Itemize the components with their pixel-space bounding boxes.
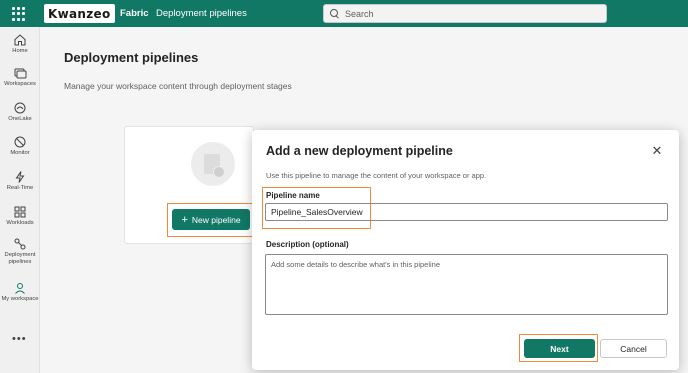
pipeline-name-label: Pipeline name xyxy=(266,191,320,200)
new-pipeline-label: New pipeline xyxy=(191,214,241,225)
app-launcher-icon[interactable] xyxy=(12,7,26,21)
nav-label: Deployment pipelines xyxy=(4,252,36,265)
next-button[interactable]: Next xyxy=(524,339,595,358)
nav-label: OneLake xyxy=(8,116,32,122)
divider xyxy=(113,6,114,21)
nav-item-workspaces[interactable]: Workspaces xyxy=(0,66,40,88)
search-placeholder: Search xyxy=(345,8,374,19)
nav-label: Monitor xyxy=(10,150,30,156)
nav-label: Real-Time xyxy=(6,185,34,191)
nav-item-realtime[interactable]: Real-Time xyxy=(0,170,40,192)
new-pipeline-button[interactable]: + New pipeline xyxy=(172,209,250,230)
more-icon[interactable]: ••• xyxy=(12,333,27,345)
nav-item-monitor[interactable]: Monitor xyxy=(0,135,40,157)
logo: Kwanzeo xyxy=(44,4,115,23)
description-label: Description (optional) xyxy=(266,240,349,249)
nav-label: Workloads xyxy=(6,220,34,226)
brand-name[interactable]: Fabric xyxy=(120,8,149,19)
monitor-icon xyxy=(14,136,26,148)
nav-item-home[interactable]: Home xyxy=(0,33,40,55)
home-icon xyxy=(14,34,26,46)
nav-item-my-workspace[interactable]: My workspace xyxy=(0,281,40,303)
my-workspace-icon xyxy=(15,283,25,294)
description-textarea[interactable]: Add some details to describe what's in t… xyxy=(265,254,668,315)
realtime-icon xyxy=(15,171,25,183)
search-input[interactable]: Search xyxy=(323,4,607,23)
nav-item-deployment-pipelines[interactable]: Deployment pipelines xyxy=(0,237,40,266)
dialog-title: Add a new deployment pipeline xyxy=(266,144,453,158)
cancel-button[interactable]: Cancel xyxy=(600,339,667,358)
add-pipeline-dialog: Add a new deployment pipeline ✕ Use this… xyxy=(252,130,679,370)
page-title: Deployment pipelines xyxy=(64,50,199,65)
workspaces-icon xyxy=(14,68,27,79)
breadcrumb: Deployment pipelines xyxy=(156,8,247,19)
nav-item-workloads[interactable]: Workloads xyxy=(0,205,40,227)
nav-label: My workspace xyxy=(1,296,39,302)
left-nav-rail: Home Workspaces OneLake Monitor Real-Tim… xyxy=(0,27,40,373)
page-subtitle: Manage your workspace content through de… xyxy=(64,81,292,91)
onelake-icon xyxy=(14,102,26,114)
search-icon xyxy=(330,9,339,18)
close-icon[interactable]: ✕ xyxy=(650,144,664,158)
pipeline-illustration-icon xyxy=(191,142,235,186)
nav-label: Workspaces xyxy=(4,81,36,87)
workloads-icon xyxy=(14,206,26,218)
logo-text: Kwanzeo xyxy=(48,6,111,21)
top-bar: Kwanzeo Fabric Deployment pipelines Sear… xyxy=(0,0,688,27)
plus-icon: + xyxy=(181,213,188,226)
nav-label: Home xyxy=(12,48,28,54)
dialog-description: Use this pipeline to manage the content … xyxy=(266,171,487,180)
deployment-pipelines-icon xyxy=(14,238,26,250)
nav-item-onelake[interactable]: OneLake xyxy=(0,101,40,123)
pipeline-name-input[interactable]: Pipeline_SalesOverview xyxy=(265,203,668,221)
